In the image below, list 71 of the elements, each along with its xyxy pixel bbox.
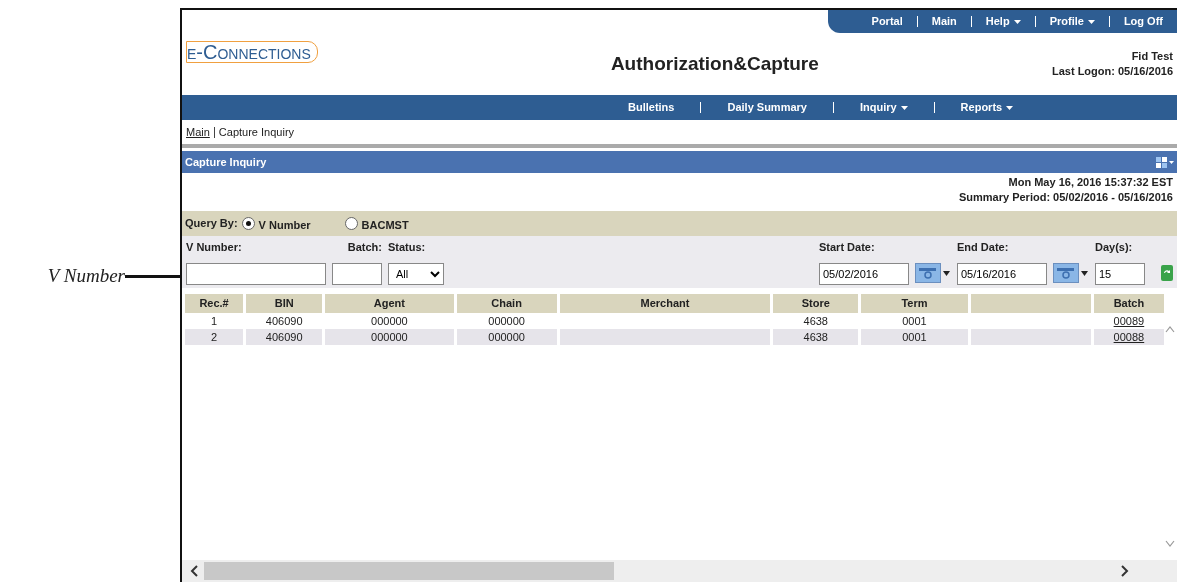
table-cell: 0001 <box>902 330 927 343</box>
column-header: Rec.# <box>185 294 244 313</box>
table-cell: 2 <box>211 330 218 343</box>
table-cell: 4638 <box>803 330 828 343</box>
radio-label: V Number <box>258 218 311 234</box>
last-logon: Last Logon: 05/16/2016 <box>1051 64 1173 79</box>
logo: e-Connections <box>186 41 318 63</box>
nav-link[interactable]: Daily Summary <box>701 99 833 116</box>
horizontal-scrollbar[interactable] <box>182 560 1177 582</box>
calendar-button[interactable] <box>915 263 951 283</box>
column-header: Agent <box>325 294 454 313</box>
table-cell: 4638 <box>803 314 828 327</box>
user-name: Fid Test <box>1130 49 1173 64</box>
status-dropdown[interactable]: All <box>388 262 444 285</box>
grid-icon[interactable] <box>1156 156 1174 168</box>
days-label: Day(s): <box>1095 240 1134 255</box>
v-number-field[interactable] <box>186 262 326 285</box>
table-cell: 000000 <box>371 330 408 343</box>
column-header: Chain <box>456 294 557 313</box>
table-cell: 1 <box>211 314 218 327</box>
scroll-right-icon[interactable] <box>1121 565 1129 577</box>
column-header: Term <box>861 294 968 313</box>
caret-icon <box>900 105 908 110</box>
scroll-up-icon[interactable] <box>1165 324 1175 333</box>
start-date-field[interactable]: 05/02/2016 <box>819 262 909 285</box>
scrollbar-thumb[interactable] <box>204 562 614 580</box>
scroll-left-icon[interactable] <box>190 565 198 577</box>
radio-button[interactable] <box>344 217 358 230</box>
calendar-button[interactable] <box>1053 263 1089 283</box>
panel-title: Capture Inquiry <box>185 154 267 170</box>
nav-link[interactable]: Reports <box>934 99 1040 116</box>
refresh-icon[interactable] <box>1161 265 1173 281</box>
end-date-label: End Date: <box>957 240 1010 255</box>
days-field[interactable]: 15 <box>1095 262 1145 285</box>
nav-link[interactable]: Help <box>971 13 1035 30</box>
radio-button[interactable] <box>241 217 255 230</box>
table-cell: 406090 <box>265 314 303 327</box>
table-cell: 406090 <box>265 330 303 343</box>
caret-icon <box>1087 19 1095 24</box>
query-label: Query By: <box>185 216 238 232</box>
callout-label: V Number <box>47 264 125 288</box>
nav-link[interactable]: Log Off <box>1109 13 1177 30</box>
breadcrumb-link[interactable]: Main <box>186 123 210 141</box>
v-number-label: V Number: <box>186 240 243 255</box>
column-header: BIN <box>246 294 323 313</box>
table-cell: 0001 <box>902 314 927 327</box>
radio-label: BACMST <box>361 218 409 234</box>
caret-icon <box>1006 105 1014 110</box>
nav-link[interactable]: Inquiry <box>833 99 934 116</box>
column-header: Batch <box>1093 294 1164 313</box>
batch-link[interactable]: 00089 <box>1113 314 1145 327</box>
batch-label: Batch: <box>347 240 382 255</box>
caret-icon <box>1013 19 1021 24</box>
timestamp: Mon May 16, 2016 15:37:32 EST <box>1007 175 1173 190</box>
table-cell: 000000 <box>371 314 408 327</box>
column-header: Store <box>773 294 859 313</box>
nav-link[interactable]: Profile <box>1035 13 1109 30</box>
breadcrumb-current: Capture Inquiry <box>218 124 295 140</box>
status-label: Status: <box>388 240 427 255</box>
app-title: Authorization&Capture <box>609 51 820 76</box>
table-cell: 000000 <box>488 314 525 327</box>
table-cell: 000000 <box>488 330 525 343</box>
batch-field[interactable] <box>332 262 382 285</box>
start-date-label: Start Date: <box>819 240 876 255</box>
nav-link[interactable]: Bulletins <box>602 99 701 116</box>
scroll-down-icon[interactable] <box>1165 540 1175 548</box>
nav-link[interactable]: Portal <box>857 13 917 30</box>
nav-link[interactable]: Main <box>917 13 971 30</box>
end-date-field[interactable]: 05/16/2016 <box>957 262 1047 285</box>
column-header: Merchant <box>559 294 771 313</box>
summary-period: Summary Period: 05/02/2016 - 05/16/2016 <box>957 190 1173 205</box>
